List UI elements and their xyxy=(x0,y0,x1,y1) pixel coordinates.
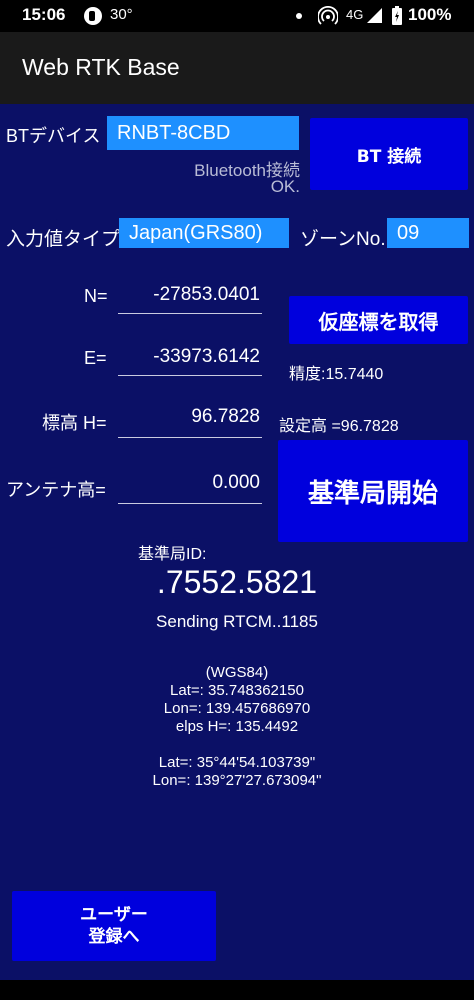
main-content: BTデバイス RNBT-8CBD Bluetooth接続 OK. BT 接続 入… xyxy=(0,104,474,980)
navigation-bar xyxy=(0,980,474,1000)
height-input[interactable]: 96.7828 xyxy=(118,406,262,438)
antenna-input[interactable]: 0.000 xyxy=(118,472,262,504)
n-input[interactable]: -27853.0401 xyxy=(118,284,262,314)
signal-icon xyxy=(367,8,382,23)
bt-status-line2: OK. xyxy=(270,177,300,196)
network-type: 4G xyxy=(346,7,364,22)
wgs84-lat-dms: Lat=: 35°44'54.103739" xyxy=(158,754,316,771)
e-label: E= xyxy=(84,348,107,368)
status-bar: 15:06 30° 4G 100% xyxy=(0,0,474,32)
input-type-label: 入力値タイプ xyxy=(6,229,121,250)
n-label: N= xyxy=(84,286,108,306)
user-register-line2: 登録へ xyxy=(88,927,140,947)
sending-status: Sending RTCM..1185 xyxy=(156,612,318,631)
zone-label: ゾーンNo. xyxy=(300,229,386,250)
zone-select[interactable]: 09 xyxy=(387,218,469,248)
antenna-label: アンテナ高= xyxy=(6,480,106,500)
height-label: 標高 H= xyxy=(42,413,107,433)
user-register-button[interactable]: ユーザー 登録へ xyxy=(12,891,216,961)
screen: 15:06 30° 4G 100% Web RTK Base BTデバイス RN… xyxy=(0,0,474,1000)
wgs84-lon-dms: Lon=: 139°27'27.673094" xyxy=(152,772,322,789)
get-coords-button[interactable]: 仮座標を取得 xyxy=(289,296,468,344)
status-temperature: 30° xyxy=(110,6,133,23)
app-title: Web RTK Base xyxy=(22,54,180,80)
wgs84-lon: Lon=: 139.457686970 xyxy=(163,700,311,717)
bt-connect-button[interactable]: BT 接続 xyxy=(310,118,468,190)
status-time: 15:06 xyxy=(22,5,66,24)
base-id-value: .7552.5821 xyxy=(156,564,318,600)
wgs84-lat: Lat=: 35.748362150 xyxy=(170,682,304,699)
wgs84-header: (WGS84) xyxy=(205,664,269,681)
notification-dot-icon xyxy=(296,13,302,19)
wgs84-elps-height: elps H=: 135.4492 xyxy=(175,718,299,735)
set-height-text: 設定高 =96.7828 xyxy=(279,418,399,435)
e-input[interactable]: -33973.6142 xyxy=(118,346,262,376)
base-id-label: 基準局ID: xyxy=(138,546,207,563)
app-bar: Web RTK Base xyxy=(0,32,474,104)
start-base-button[interactable]: 基準局開始 xyxy=(278,440,468,542)
app-notification-icon xyxy=(84,7,102,25)
hotspot-icon xyxy=(318,6,338,25)
accuracy-text: 精度:15.7440 xyxy=(289,366,384,383)
bt-device-select[interactable]: RNBT-8CBD xyxy=(107,116,299,150)
bt-device-label: BTデバイス xyxy=(6,126,101,146)
input-type-select[interactable]: Japan(GRS80) xyxy=(119,218,289,248)
battery-icon xyxy=(392,6,402,25)
battery-percent: 100% xyxy=(408,5,452,24)
user-register-line1: ユーザー xyxy=(80,905,148,925)
